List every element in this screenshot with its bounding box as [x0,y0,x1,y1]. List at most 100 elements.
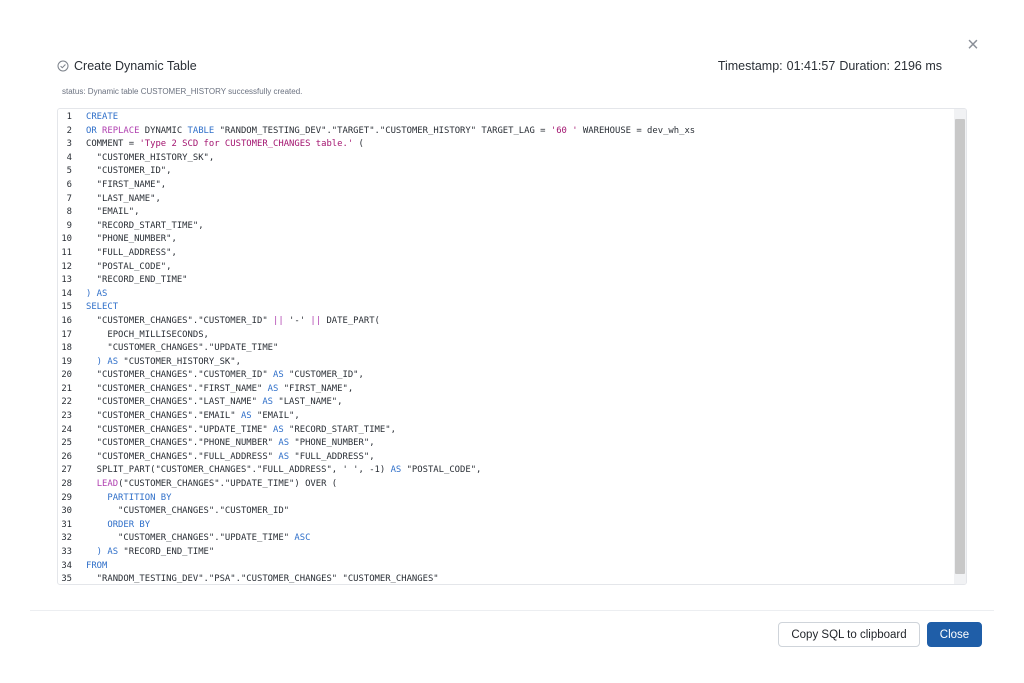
code-token: "CUSTOMER_CHANGES"."EMAIL" [86,411,241,422]
line-number: 7 [66,193,72,204]
line-number: 33 [61,547,72,557]
code-token: AS [273,370,284,381]
line-number: 24 [61,424,72,435]
line-number: 18 [61,343,72,354]
code-text: "EMAIL", [86,206,140,220]
code-token: "CUSTOMER_CHANGES"."UPDATE_TIME" [86,343,279,354]
code-line: 6 "FIRST_NAME", [58,179,952,193]
code-line: 25 "CUSTOMER_CHANGES"."PHONE_NUMBER" AS … [58,437,952,451]
code-text: "LAST_NAME", [86,193,161,207]
code-text: "CUSTOMER_CHANGES"."CUSTOMER_ID" [86,505,289,519]
code-token: AS [267,383,279,394]
line-number: 16 [61,315,72,326]
code-token: AS [240,411,252,422]
code-token: PARTITION BY [86,492,172,503]
close-button[interactable]: Close [927,622,982,647]
line-number: 10 [61,234,72,245]
code-text: "FIRST_NAME", [86,179,166,193]
copy-sql-button[interactable]: Copy SQL to clipboard [778,622,920,647]
code-text: EPOCH_MILLISECONDS, [86,329,209,343]
code-text: "CUSTOMER_CHANGES"."CUSTOMER_ID" || '-' … [86,315,380,329]
line-number: 1 [66,112,72,122]
code-token: "POSTAL_CODE", [401,465,482,476]
line-number: 23 [61,411,72,422]
code-token: "CUSTOMER_CHANGES"."CUSTOMER_ID" [86,370,274,381]
line-number: 26 [61,451,72,462]
code-line: 13 "RECORD_END_TIME" [58,274,952,288]
code-token: "CUSTOMER_CHANGES"."PHONE_NUMBER" [86,438,279,449]
code-token: ("CUSTOMER_CHANGES"."UPDATE_TIME") OVER … [118,479,338,490]
scrollbar-track[interactable] [954,109,966,584]
code-token: ASC [294,533,311,544]
code-line: 28 LEAD("CUSTOMER_CHANGES"."UPDATE_TIME"… [58,478,952,492]
code-line: 30 "CUSTOMER_CHANGES"."CUSTOMER_ID" [58,505,952,519]
code-text: ORDER BY [86,519,150,533]
code-line: 5 "CUSTOMER_ID", [58,165,952,179]
dialog-title-group: Create Dynamic Table [57,59,197,73]
line-number: 15 [61,302,72,313]
code-token: "CUSTOMER_ID", [283,370,364,381]
code-token: DATE_PART( [321,315,380,326]
line-number: 27 [61,465,72,476]
code-line: 23 "CUSTOMER_CHANGES"."EMAIL" AS "EMAIL"… [58,410,952,424]
code-text: "RECORD_START_TIME", [86,220,204,234]
code-text: SPLIT_PART("CUSTOMER_CHANGES"."FULL_ADDR… [86,464,482,478]
code-token: "CUSTOMER_CHANGES"."CUSTOMER_ID" [86,506,290,517]
line-number: 17 [61,329,72,340]
code-token: "CUSTOMER_HISTORY_SK", [86,152,215,163]
code-token: TABLE [187,125,215,136]
code-line: 31 ORDER BY [58,519,952,533]
line-number: 13 [61,275,72,286]
code-token: EPOCH_MILLISECONDS, [86,329,209,340]
code-text: "CUSTOMER_CHANGES"."PHONE_NUMBER" AS "PH… [86,437,375,451]
scrollbar-thumb[interactable] [955,119,965,574]
check-circle-icon [57,60,69,72]
code-text: "CUSTOMER_CHANGES"."LAST_NAME" AS "LAST_… [86,396,343,410]
code-text: ) AS "RECORD_END_TIME" [86,546,215,560]
code-line: 2 OR REPLACE DYNAMIC TABLE "RANDOM_TESTIN… [58,125,952,139]
line-number: 14 [61,288,72,299]
code-token: "CUSTOMER_CHANGES"."FIRST_NAME" [86,383,268,394]
code-token: "CUSTOMER_HISTORY_SK", [123,356,241,367]
code-token: ORDER BY [86,519,151,530]
close-icon[interactable]: × [964,35,982,55]
code-token: "EMAIL", [86,207,140,218]
code-line: 9 "RECORD_START_TIME", [58,220,952,234]
line-number: 34 [61,560,72,571]
code-token: AS [278,451,290,462]
code-token: DYNAMIC [139,125,188,136]
code-text: "CUSTOMER_CHANGES"."UPDATE_TIME" [86,342,278,356]
code-text: OR REPLACE DYNAMIC TABLE "RANDOM_TESTING… [86,125,695,139]
code-token: "PHONE_NUMBER", [86,234,177,245]
dialog-header: Create Dynamic Table Timestamp: 01:41:57… [57,57,942,75]
line-number: 8 [66,207,72,218]
line-number: 5 [66,166,72,177]
code-token: SELECT [86,302,119,313]
code-token: "CUSTOMER_CHANGES"."CUSTOMER_ID" [86,315,274,326]
code-text: COMMENT = 'Type 2 SCD for CUSTOMER_CHANG… [86,138,364,152]
code-token: "RECORD_START_TIME", [86,220,204,231]
status-message: status: Dynamic table CUSTOMER_HISTORY s… [62,87,303,96]
code-text: SELECT [86,301,118,315]
code-token: "FIRST_NAME", [86,179,167,190]
code-line: 32 "CUSTOMER_CHANGES"."UPDATE_TIME" ASC [58,532,952,546]
code-line: 29 PARTITION BY [58,492,952,506]
code-line: 15 SELECT [58,301,952,315]
execution-info: Timestamp: 01:41:57 Duration: 2196 ms [718,59,942,73]
code-line: 27 SPLIT_PART("CUSTOMER_CHANGES"."FULL_A… [58,464,952,478]
code-line: 20 "CUSTOMER_CHANGES"."CUSTOMER_ID" AS "… [58,369,952,383]
code-line: 4 "CUSTOMER_HISTORY_SK", [58,152,952,166]
sql-code-viewer[interactable]: 1 CREATE 2 OR REPLACE DYNAMIC TABLE "RANDOM… [57,108,967,585]
code-text: "CUSTOMER_CHANGES"."FULL_ADDRESS" AS "FU… [86,451,375,465]
code-token: "RECORD_END_TIME" [86,275,188,286]
line-number: 30 [61,506,72,517]
code-text: "PHONE_NUMBER", [86,233,177,247]
code-text: "FULL_ADDRESS", [86,247,177,261]
line-number: 19 [61,356,72,367]
code-token: ( [353,139,364,150]
code-token: ) AS [86,356,124,367]
code-token: ) AS [86,547,124,557]
code-token: "RECORD_END_TIME" [123,547,215,557]
code-token: "LAST_NAME", [273,397,343,408]
line-number: 35 [61,574,72,585]
